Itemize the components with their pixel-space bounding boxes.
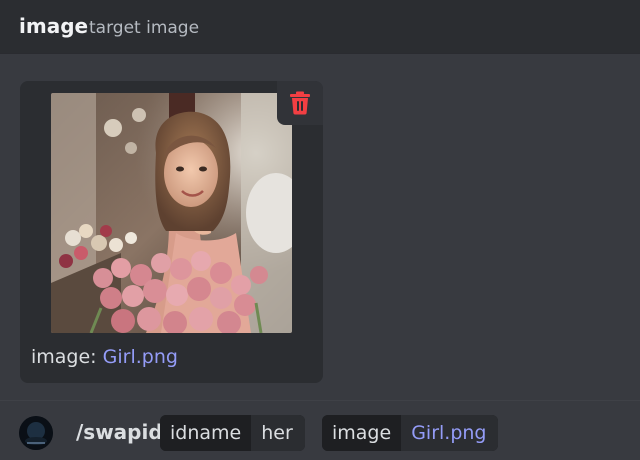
command-name: /swapid — [76, 420, 163, 444]
option-description: target image — [89, 18, 200, 38]
attachment-image-preview[interactable] — [51, 93, 292, 333]
option-chip-idname[interactable]: idname her — [160, 415, 305, 451]
attachment-card: image: Girl.png — [20, 81, 323, 383]
delete-attachment-button[interactable] — [277, 81, 323, 125]
option-chip-value: her — [251, 415, 305, 451]
option-chip-key: idname — [160, 415, 252, 451]
option-chip-value-link: Girl.png — [401, 415, 499, 451]
attachment-filename-link[interactable]: Girl.png — [103, 346, 178, 368]
option-header: image target image — [0, 0, 640, 53]
option-name: image — [19, 14, 89, 38]
bot-avatar-image — [19, 416, 53, 450]
slash-command-bar: /swapid idname her image Girl.png — [0, 401, 640, 460]
option-chip-key: image — [322, 415, 402, 451]
portrait-photo — [51, 93, 292, 333]
app-root: image target image image: Girl.png /swap… — [0, 0, 640, 460]
bot-avatar[interactable] — [19, 416, 53, 450]
trash-icon — [290, 91, 310, 115]
attachment-option-label: image: — [31, 346, 97, 368]
option-chip-image[interactable]: image Girl.png — [322, 415, 499, 451]
attachment-caption: image: Girl.png — [31, 346, 178, 368]
